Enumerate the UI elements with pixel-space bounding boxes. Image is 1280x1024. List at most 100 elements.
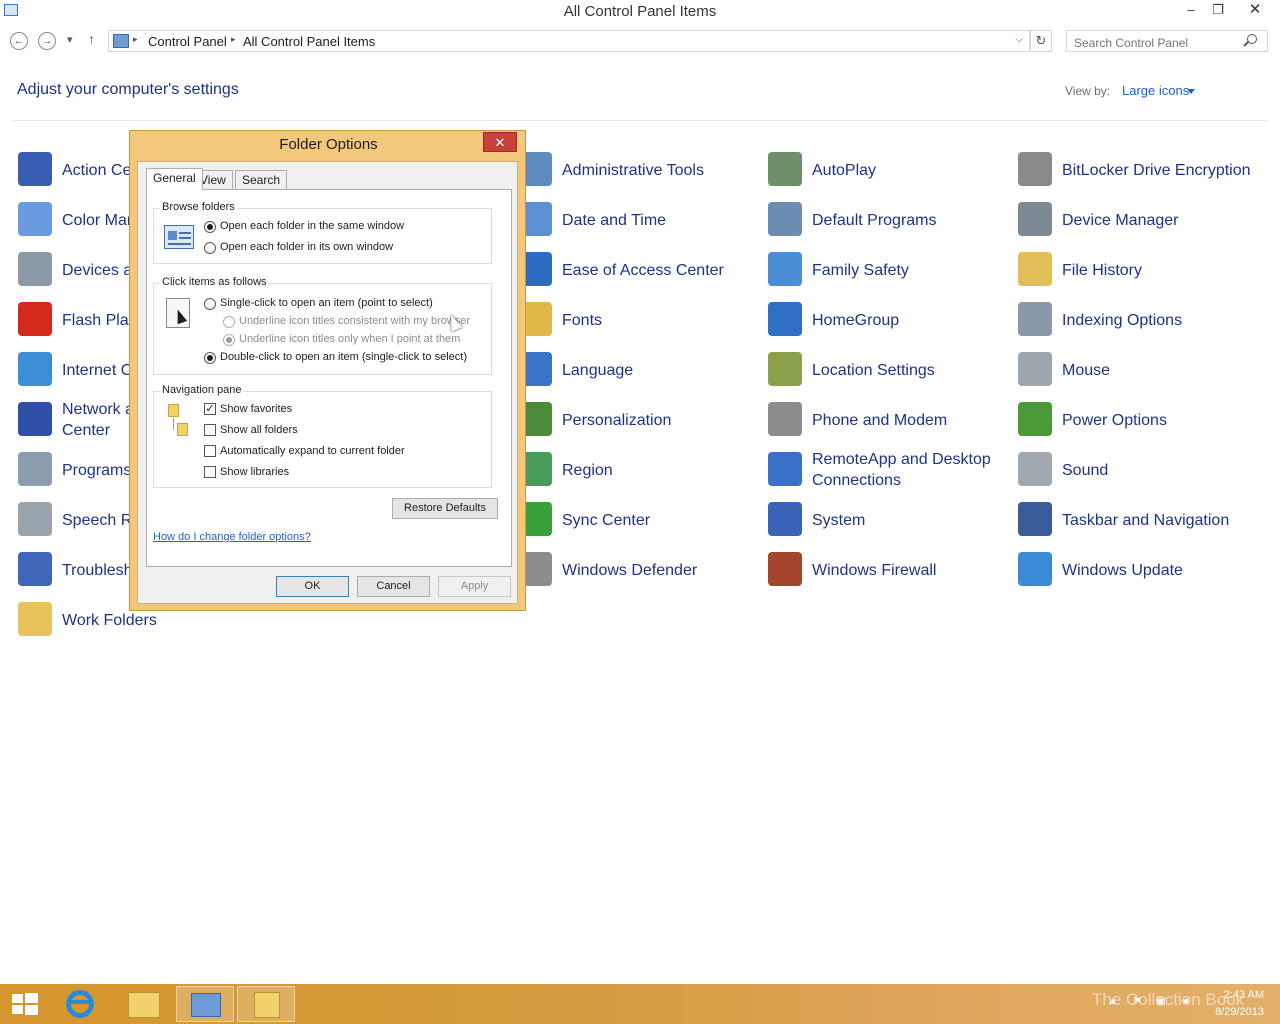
show-favorites-label[interactable]: Show favorites <box>220 403 292 415</box>
search-input[interactable] <box>1066 30 1268 52</box>
same-window-radio[interactable] <box>204 221 216 233</box>
control-panel-item[interactable]: Family Safety <box>768 248 1008 292</box>
restore-button[interactable]: ❐ <box>1204 0 1232 22</box>
control-panel-item-label[interactable]: Fonts <box>562 298 758 342</box>
control-panel-item[interactable]: System <box>768 498 1008 542</box>
address-dropdown-icon[interactable]: ⌵ <box>1015 34 1023 45</box>
control-panel-item-label[interactable]: Default Programs <box>812 198 1008 242</box>
control-panel-item-label[interactable]: AutoPlay <box>812 148 1008 192</box>
show-favorites-checkbox[interactable]: ✓ <box>204 403 216 415</box>
minimize-button[interactable]: – <box>1177 0 1205 22</box>
auto-expand-label[interactable]: Automatically expand to current folder <box>220 445 405 457</box>
control-panel-item[interactable]: Personalization <box>518 398 758 442</box>
control-panel-item[interactable]: Phone and Modem <box>768 398 1008 442</box>
control-panel-item[interactable]: Administrative Tools <box>518 148 758 192</box>
control-panel-item-label[interactable]: RemoteApp and Desktop Connections <box>812 448 1008 492</box>
control-panel-item[interactable]: Sync Center <box>518 498 758 542</box>
control-panel-item-label[interactable]: Taskbar and Navigation <box>1062 498 1258 542</box>
control-panel-item[interactable]: Windows Defender <box>518 548 758 592</box>
clock-date[interactable]: 8/29/2013 <box>1200 1006 1264 1018</box>
control-panel-item-label[interactable]: Windows Update <box>1062 548 1258 592</box>
control-panel-item[interactable]: Windows Update <box>1018 548 1258 592</box>
up-button[interactable]: ↑ <box>88 31 95 47</box>
control-panel-item[interactable]: Sound <box>1018 448 1258 492</box>
control-panel-item[interactable]: Language <box>518 348 758 392</box>
control-panel-item-label[interactable]: Windows Firewall <box>812 548 1008 592</box>
show-libraries-checkbox[interactable] <box>204 466 216 478</box>
dialog-close-button[interactable]: ✕ <box>483 132 517 152</box>
close-button[interactable]: ✕ <box>1232 0 1278 22</box>
search-icon[interactable] <box>1247 34 1257 44</box>
show-all-folders-checkbox[interactable] <box>204 424 216 436</box>
control-panel-item-label[interactable]: Device Manager <box>1062 198 1258 242</box>
control-panel-item-label[interactable]: Sound <box>1062 448 1258 492</box>
breadcrumb-all-items[interactable]: All Control Panel Items <box>243 34 375 49</box>
file-explorer-icon[interactable] <box>114 986 172 1022</box>
control-panel-item[interactable]: Date and Time <box>518 198 758 242</box>
control-panel-item-label[interactable]: System <box>812 498 1008 542</box>
chevron-down-icon[interactable] <box>1187 89 1195 94</box>
control-panel-item[interactable]: HomeGroup <box>768 298 1008 342</box>
control-panel-item-label[interactable]: File History <box>1062 248 1258 292</box>
single-click-radio[interactable] <box>204 298 216 310</box>
control-panel-item[interactable]: Mouse <box>1018 348 1258 392</box>
breadcrumb-control-panel[interactable]: Control Panel <box>148 34 227 49</box>
auto-expand-checkbox[interactable] <box>204 445 216 457</box>
start-button[interactable] <box>0 986 58 1022</box>
show-all-folders-label[interactable]: Show all folders <box>220 424 298 436</box>
control-panel-item[interactable]: Windows Firewall <box>768 548 1008 592</box>
own-window-radio[interactable] <box>204 242 216 254</box>
same-window-label[interactable]: Open each folder in the same window <box>220 220 404 232</box>
control-panel-taskbar-icon[interactable] <box>176 986 234 1022</box>
control-panel-item-label[interactable]: Indexing Options <box>1062 298 1258 342</box>
folder-options-taskbar-icon[interactable] <box>237 986 295 1022</box>
tab-general[interactable]: General <box>146 168 203 190</box>
control-panel-item-label[interactable]: Location Settings <box>812 348 1008 392</box>
show-libraries-label[interactable]: Show libraries <box>220 466 289 478</box>
help-link[interactable]: How do I change folder options? <box>153 531 311 543</box>
internet-explorer-icon[interactable] <box>52 986 110 1022</box>
back-button[interactable]: ← <box>10 32 28 50</box>
forward-button[interactable]: → <box>38 32 56 50</box>
control-panel-item-label[interactable]: Power Options <box>1062 398 1258 442</box>
control-panel-item[interactable]: File History <box>1018 248 1258 292</box>
control-panel-item-label[interactable]: Administrative Tools <box>562 148 758 192</box>
show-hidden-icons-icon[interactable]: ▲ <box>1106 996 1120 1010</box>
cancel-button[interactable]: Cancel <box>357 576 430 597</box>
own-window-label[interactable]: Open each folder in its own window <box>220 241 393 253</box>
single-click-label[interactable]: Single-click to open an item (point to s… <box>220 297 433 309</box>
control-panel-item-label[interactable]: Family Safety <box>812 248 1008 292</box>
control-panel-item-label[interactable]: Date and Time <box>562 198 758 242</box>
view-by-dropdown[interactable]: Large icons <box>1122 83 1189 98</box>
control-panel-item-label[interactable]: Sync Center <box>562 498 758 542</box>
control-panel-item-label[interactable]: Language <box>562 348 758 392</box>
control-panel-item[interactable]: Power Options <box>1018 398 1258 442</box>
control-panel-item-label[interactable]: Personalization <box>562 398 758 442</box>
control-panel-item[interactable]: Taskbar and Navigation <box>1018 498 1258 542</box>
double-click-radio[interactable] <box>204 352 216 364</box>
control-panel-item[interactable]: BitLocker Drive Encryption <box>1018 148 1258 192</box>
control-panel-item-label[interactable]: Region <box>562 448 758 492</box>
control-panel-item[interactable]: Location Settings <box>768 348 1008 392</box>
restore-defaults-button[interactable]: Restore Defaults <box>392 498 498 519</box>
ok-button[interactable]: OK <box>276 576 349 597</box>
control-panel-item[interactable]: Indexing Options <box>1018 298 1258 342</box>
control-panel-item-label[interactable]: Mouse <box>1062 348 1258 392</box>
control-panel-item[interactable]: AutoPlay <box>768 148 1008 192</box>
double-click-label[interactable]: Double-click to open an item (single-cli… <box>220 351 467 363</box>
clock-time[interactable]: 2:43 AM <box>1200 989 1264 1001</box>
control-panel-item[interactable]: Fonts <box>518 298 758 342</box>
network-icon[interactable]: ▣ <box>1154 996 1168 1010</box>
control-panel-item[interactable]: Ease of Access Center <box>518 248 758 292</box>
control-panel-item[interactable]: Region <box>518 448 758 492</box>
address-bar[interactable]: ▸ Control Panel ▸ All Control Panel Item… <box>108 30 1030 52</box>
action-center-flag-icon[interactable]: ⚑ <box>1130 996 1144 1010</box>
control-panel-item[interactable]: RemoteApp and Desktop Connections <box>768 448 1008 492</box>
refresh-button[interactable]: ↻ <box>1030 30 1052 52</box>
control-panel-item-label[interactable]: HomeGroup <box>812 298 1008 342</box>
recent-locations-button[interactable]: ▾ <box>67 33 73 46</box>
control-panel-item[interactable]: Device Manager <box>1018 198 1258 242</box>
control-panel-item-label[interactable]: Ease of Access Center <box>562 248 758 292</box>
control-panel-item-label[interactable]: Windows Defender <box>562 548 758 592</box>
control-panel-item[interactable]: Default Programs <box>768 198 1008 242</box>
